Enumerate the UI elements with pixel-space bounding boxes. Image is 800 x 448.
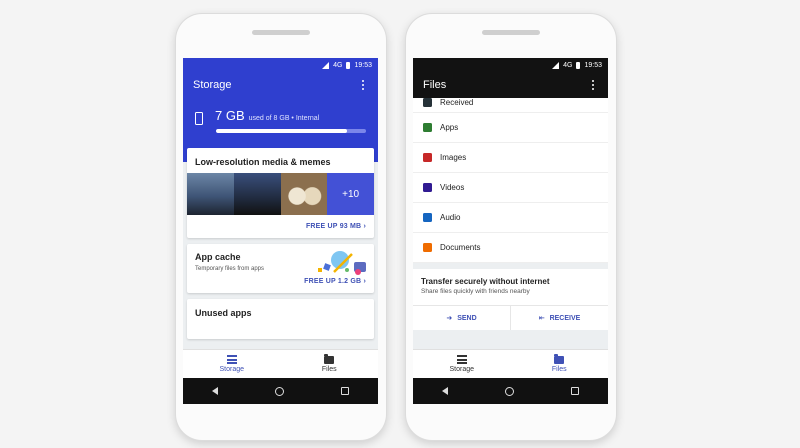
- storage-icon: [456, 355, 467, 364]
- unused-apps-title: Unused apps: [195, 308, 252, 318]
- file-category-videos[interactable]: Videos: [413, 173, 608, 203]
- file-category-label: Images: [440, 153, 467, 162]
- clock: 19:53: [354, 61, 372, 69]
- file-category-list: Received Apps Images Videos Audio Documents: [413, 98, 608, 263]
- chevron-right-icon: ›: [363, 223, 366, 230]
- files-screen: 4G 19:53 Files Received Apps Images Videos A…: [413, 58, 608, 404]
- transfer-subtitle: Share files quickly with friends nearby: [421, 288, 530, 295]
- file-category-apps[interactable]: Apps: [413, 113, 608, 143]
- recents-icon[interactable]: [341, 387, 350, 395]
- nav-storage[interactable]: Storage: [183, 350, 281, 378]
- send-icon: ➜: [446, 315, 453, 322]
- free-up-media-label: FREE UP 93 MB: [305, 223, 362, 230]
- storage-icon: [226, 355, 237, 364]
- broom-illustration-icon: [318, 251, 366, 275]
- battery-icon: [576, 61, 581, 69]
- media-card[interactable]: Low-resolution media & memes +10 FREE UP…: [187, 148, 374, 238]
- battery-icon: [346, 61, 351, 69]
- download-icon: [423, 98, 432, 107]
- storage-header: 4G 19:53 Storage 7 GB used of 8 GB • Int…: [183, 58, 378, 162]
- android-icon: [423, 123, 432, 132]
- recents-icon[interactable]: [571, 387, 580, 395]
- send-label: SEND: [457, 314, 477, 322]
- page-title: Files: [423, 79, 447, 91]
- nav-files[interactable]: Files: [511, 350, 609, 378]
- app-bar: Storage: [183, 72, 378, 98]
- receive-label: RECEIVE: [549, 314, 581, 322]
- network-label: 4G: [563, 61, 573, 69]
- speaker-grille: [252, 30, 310, 35]
- image-icon: [423, 153, 432, 162]
- speaker-grille: [482, 30, 540, 35]
- free-up-cache-label: FREE UP 1.2 GB: [304, 278, 362, 285]
- file-category-label: Documents: [440, 243, 481, 252]
- clock: 19:53: [584, 61, 602, 69]
- status-bar: 4G 19:53: [413, 58, 608, 72]
- back-icon[interactable]: [211, 387, 218, 395]
- more-thumbnails[interactable]: +10: [327, 173, 374, 215]
- chevron-right-icon: ›: [363, 278, 366, 285]
- bottom-navigation: Storage Files: [413, 349, 608, 378]
- home-icon[interactable]: [274, 386, 284, 396]
- storage-used-value: 7 GB: [215, 108, 245, 123]
- thumbnail-image[interactable]: [280, 173, 328, 215]
- overflow-menu-icon[interactable]: [588, 79, 598, 91]
- folder-icon: [324, 353, 335, 364]
- file-category-label: Audio: [440, 213, 461, 222]
- home-icon[interactable]: [504, 386, 514, 396]
- nav-storage-label: Storage: [449, 366, 475, 373]
- app-cache-card[interactable]: App cache Temporary files from apps FREE…: [187, 244, 374, 293]
- nav-files[interactable]: Files: [281, 350, 379, 378]
- file-category-images[interactable]: Images: [413, 143, 608, 173]
- bottom-navigation: Storage Files: [183, 349, 378, 378]
- receive-icon: ⇤: [538, 315, 545, 322]
- storage-screen: 4G 19:53 Storage 7 GB used of 8 GB • Int…: [183, 58, 378, 404]
- network-label: 4G: [333, 61, 343, 69]
- system-navigation-bar: [413, 378, 608, 404]
- transfer-actions: ➜ SEND ⇤ RECEIVE: [413, 305, 608, 330]
- send-button[interactable]: ➜ SEND: [413, 306, 510, 330]
- page-title: Storage: [193, 79, 232, 91]
- media-thumbnails: +10: [187, 173, 374, 215]
- storage-summary: 7 GB used of 8 GB • Internal: [183, 98, 378, 125]
- nav-storage-label: Storage: [219, 366, 245, 373]
- overflow-menu-icon[interactable]: [358, 79, 368, 91]
- unused-apps-card[interactable]: Unused apps: [187, 299, 374, 339]
- nav-files-label: Files: [551, 365, 567, 373]
- document-icon: [423, 243, 432, 252]
- storage-progress-fill: [216, 129, 347, 133]
- file-category-audio[interactable]: Audio: [413, 203, 608, 233]
- thumbnail-image[interactable]: [187, 173, 234, 215]
- folder-icon: [554, 353, 565, 364]
- file-category-received[interactable]: Received: [413, 98, 608, 113]
- signal-icon: [322, 61, 330, 69]
- thumbnail-image[interactable]: [233, 173, 281, 215]
- app-bar: Files: [413, 72, 608, 98]
- file-category-label: Apps: [440, 123, 459, 132]
- transfer-title: Transfer securely without internet: [421, 277, 550, 286]
- files-header: 4G 19:53 Files: [413, 58, 608, 98]
- phone-storage: 4G 19:53 Storage 7 GB used of 8 GB • Int…: [176, 14, 386, 440]
- receive-button[interactable]: ⇤ RECEIVE: [510, 306, 608, 330]
- file-category-documents[interactable]: Documents: [413, 233, 608, 263]
- storage-progress-bar: [216, 129, 366, 133]
- signal-icon: [552, 61, 560, 69]
- headphones-icon: [423, 213, 432, 222]
- storage-detail: used of 8 GB • Internal: [248, 115, 320, 122]
- system-navigation-bar: [183, 378, 378, 404]
- phone-files: 4G 19:53 Files Received Apps Images Videos A…: [406, 14, 616, 440]
- media-card-title: Low-resolution media & memes: [195, 157, 331, 167]
- nav-files-label: Files: [321, 365, 337, 373]
- transfer-card: Transfer securely without internet Share…: [413, 269, 608, 330]
- nav-storage[interactable]: Storage: [413, 350, 511, 378]
- video-icon: [423, 183, 432, 192]
- free-up-media-button[interactable]: FREE UP 93 MB ›: [187, 215, 374, 238]
- file-category-label: Videos: [440, 183, 465, 192]
- phone-icon: [195, 112, 203, 125]
- back-icon[interactable]: [441, 387, 448, 395]
- status-bar: 4G 19:53: [183, 58, 378, 72]
- file-category-label: Received: [440, 98, 474, 107]
